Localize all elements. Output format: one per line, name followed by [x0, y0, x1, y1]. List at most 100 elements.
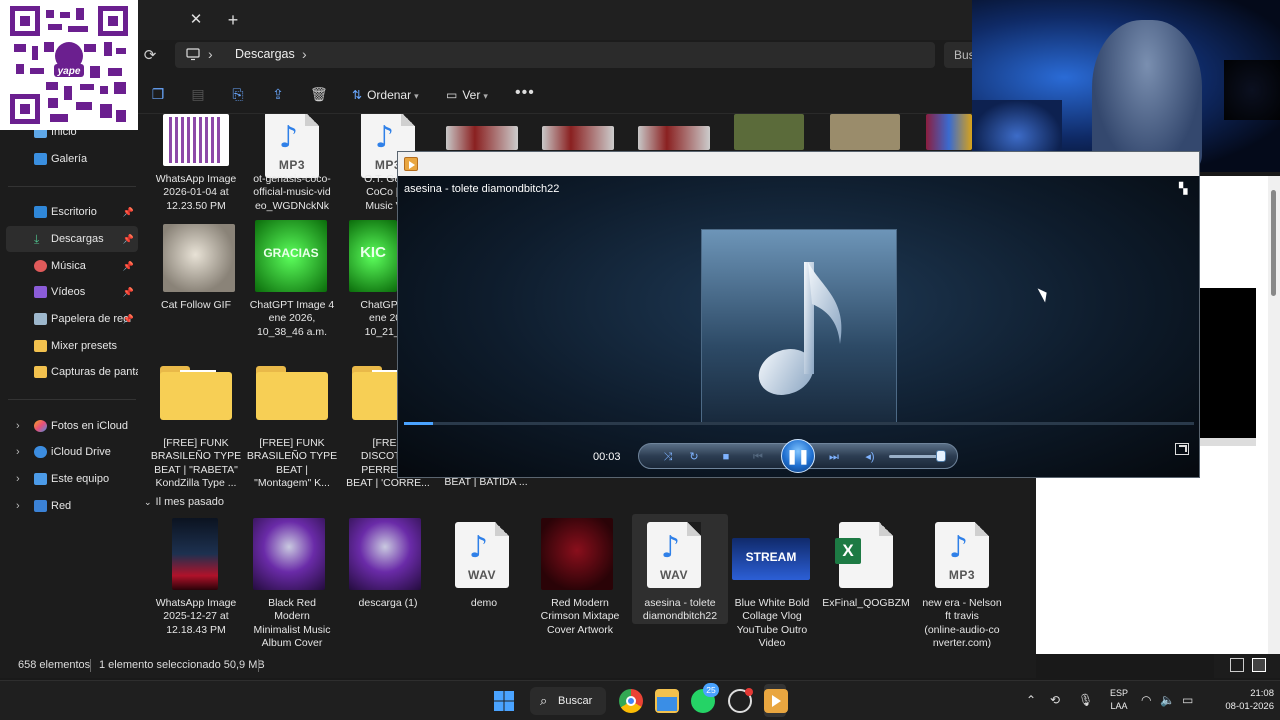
file-item[interactable]: X ExFinal_QOGBZM: [818, 516, 914, 652]
sidebar-item-musica[interactable]: Música 📌: [6, 253, 138, 279]
new-tab-icon[interactable]: +: [222, 9, 244, 31]
file-item[interactable]: descarga (1): [340, 516, 436, 652]
sidebar-item-descargas[interactable]: ⤓ Descargas 📌: [6, 226, 138, 252]
player-video-area[interactable]: asesina - tolete diamondbitch22 ▚ 00:03 …: [398, 176, 1199, 477]
pin-icon[interactable]: 📌: [123, 306, 134, 332]
seek-bar[interactable]: [404, 422, 1194, 425]
sidebar-item-capturas[interactable]: Capturas de pantall: [6, 359, 138, 385]
image-thumbnail[interactable]: [926, 114, 972, 150]
chevron-right-icon[interactable]: ›: [208, 46, 213, 62]
rename-icon[interactable]: ⎘: [230, 86, 246, 102]
tiles-view-icon[interactable]: [1252, 658, 1266, 672]
file-item[interactable]: WhatsApp Image 2026-01-04 at 12.23.50 PM: [148, 114, 244, 214]
delete-icon[interactable]: 🗑: [310, 86, 328, 102]
command-bar: ❐ ▤ ⎘ ⇪ 🗑 ⇅ Ordenar ▾ ▭ Ver ▾ •••: [0, 76, 1036, 114]
chevron-right-icon[interactable]: ›: [302, 46, 307, 62]
previous-icon[interactable]: ⏮: [749, 448, 767, 466]
volume-icon[interactable]: ◂): [861, 448, 879, 466]
sidebar-item-escritorio[interactable]: Escritorio 📌: [6, 199, 138, 225]
show-hidden-icons-icon[interactable]: ⌃: [1026, 693, 1036, 707]
file-explorer-icon[interactable]: [655, 689, 679, 713]
start-button[interactable]: [492, 689, 516, 713]
scrollbar-thumb[interactable]: [1271, 190, 1276, 296]
media-player-taskbar-icon[interactable]: [764, 689, 788, 713]
player-titlebar[interactable]: [398, 152, 1199, 176]
wav-file-icon: ♪ WAV: [455, 522, 509, 588]
seek-progress: [404, 422, 434, 425]
whatsapp-icon[interactable]: 25: [691, 683, 719, 713]
paste-icon[interactable]: ▤: [190, 86, 206, 102]
taskbar-search-button[interactable]: ⌕ Buscar: [530, 687, 606, 715]
pause-button[interactable]: ❚❚: [781, 439, 815, 473]
track-title: asesina - tolete diamondbitch22: [404, 183, 560, 195]
refresh-icon[interactable]: ⟳: [140, 46, 160, 66]
file-item[interactable]: Cat Follow GIF: [148, 222, 244, 342]
file-item-selected[interactable]: ♪ WAV asesina - tolete diamondbitch22: [632, 514, 728, 624]
sidebar-item-red[interactable]: › Red: [6, 493, 138, 519]
folder-item[interactable]: [FREE] FUNK BRASILEÑO TYPE BEAT | "RABETA"…: [148, 364, 244, 494]
chrome-icon[interactable]: [619, 689, 643, 713]
sidebar-item-papelera[interactable]: Papelera de reci 📌: [6, 306, 138, 332]
sidebar-item-icloud-drive[interactable]: › iCloud Drive: [6, 439, 138, 465]
chevron-right-icon[interactable]: ›: [16, 413, 20, 439]
image-thumbnail: STREAM: [732, 538, 810, 580]
stop-icon[interactable]: ■: [717, 448, 735, 466]
repeat-icon[interactable]: ↻: [685, 448, 703, 466]
sidebar-item-mixer-presets[interactable]: Mixer presets: [6, 333, 138, 359]
pin-icon[interactable]: 📌: [123, 226, 134, 252]
copy-icon[interactable]: ❐: [150, 86, 166, 102]
battery-icon[interactable]: ▭: [1182, 693, 1193, 707]
folder-icon: [160, 366, 232, 420]
status-bar: 658 elementos 1 elemento seleccionado 50…: [0, 654, 1036, 678]
folder-icon: [256, 366, 328, 420]
pin-icon[interactable]: 📌: [123, 199, 134, 225]
sidebar-item-videos[interactable]: Vídeos 📌: [6, 279, 138, 305]
shuffle-icon[interactable]: ⤨: [659, 448, 677, 466]
wifi-icon[interactable]: ◠: [1141, 693, 1151, 707]
volume-tray-icon[interactable]: 🔈: [1160, 693, 1175, 707]
image-thumbnail[interactable]: [638, 126, 710, 150]
close-tab-icon[interactable]: ✕: [186, 10, 206, 30]
file-item[interactable]: Black Red Modern Minimalist Music Album Cov…: [244, 516, 340, 652]
input-language[interactable]: ESP LAA: [1108, 687, 1130, 713]
sidebar-item-galeria[interactable]: Galería: [6, 146, 138, 172]
chevron-right-icon[interactable]: ›: [16, 439, 20, 465]
app-icon[interactable]: [728, 688, 753, 713]
file-item[interactable]: Red Modern Crimson Mixtape Cover Artwork: [532, 516, 628, 652]
pin-icon[interactable]: 📌: [123, 253, 134, 279]
image-thumbnail[interactable]: [446, 126, 518, 150]
image-thumbnail: [253, 518, 325, 590]
folder-item[interactable]: [FREE] FUNK BRASILEÑO TYPE BEAT | "Montagem…: [244, 364, 340, 494]
view-button[interactable]: ▭ Ver ▾: [446, 85, 488, 105]
more-options-button[interactable]: •••: [515, 84, 535, 102]
image-thumbnail[interactable]: [734, 114, 804, 150]
details-view-icon[interactable]: [1230, 658, 1244, 672]
sidebar-item-fotos-icloud[interactable]: › Fotos en iCloud: [6, 413, 138, 439]
image-thumbnail[interactable]: [830, 114, 900, 150]
vertical-scrollbar[interactable]: [1268, 176, 1280, 678]
microphone-icon[interactable]: 🎙: [1078, 693, 1093, 707]
group-header[interactable]: ⌄ Il mes pasado: [142, 496, 224, 508]
fullscreen-icon[interactable]: [1175, 443, 1189, 455]
sidebar-item-este-equipo[interactable]: › Este equipo: [6, 466, 138, 492]
address-bar[interactable]: › Descargas ›: [175, 42, 935, 68]
file-item[interactable]: ♪ MP3 new era - Nelson ft travis (online-au…: [914, 516, 1010, 652]
image-thumbnail[interactable]: [542, 126, 614, 150]
switch-to-library-icon[interactable]: ▚: [1179, 183, 1191, 195]
breadcrumb-descargas[interactable]: Descargas: [235, 47, 295, 61]
file-item[interactable]: ♪ WAV demo: [436, 516, 532, 652]
next-icon[interactable]: ⏭: [825, 448, 843, 466]
chevron-right-icon[interactable]: ›: [16, 493, 20, 519]
clock[interactable]: 21:08 08-01-2026: [1202, 687, 1274, 713]
file-item[interactable]: ♪ MP3 ot-genasis-coco-official-music-vid e…: [244, 114, 340, 214]
chevron-right-icon[interactable]: ›: [16, 466, 20, 492]
file-item[interactable]: GRACIAS ChatGPT Image 4 ene 2026, 10_38_46…: [244, 220, 340, 342]
pin-icon[interactable]: 📌: [123, 279, 134, 305]
sort-button[interactable]: ⇅ Ordenar ▾: [352, 85, 419, 105]
volume-slider-thumb[interactable]: [935, 450, 946, 462]
file-item[interactable]: WhatsApp Image 2025-12-27 at 12.18.43 PM: [148, 516, 244, 652]
share-icon[interactable]: ⇪: [270, 86, 286, 102]
gracias-thumbnail: GRACIAS: [255, 220, 327, 292]
sync-icon[interactable]: ⟲: [1050, 693, 1060, 707]
file-item[interactable]: STREAM Blue White Bold Collage Vlog YouTub…: [724, 516, 820, 652]
